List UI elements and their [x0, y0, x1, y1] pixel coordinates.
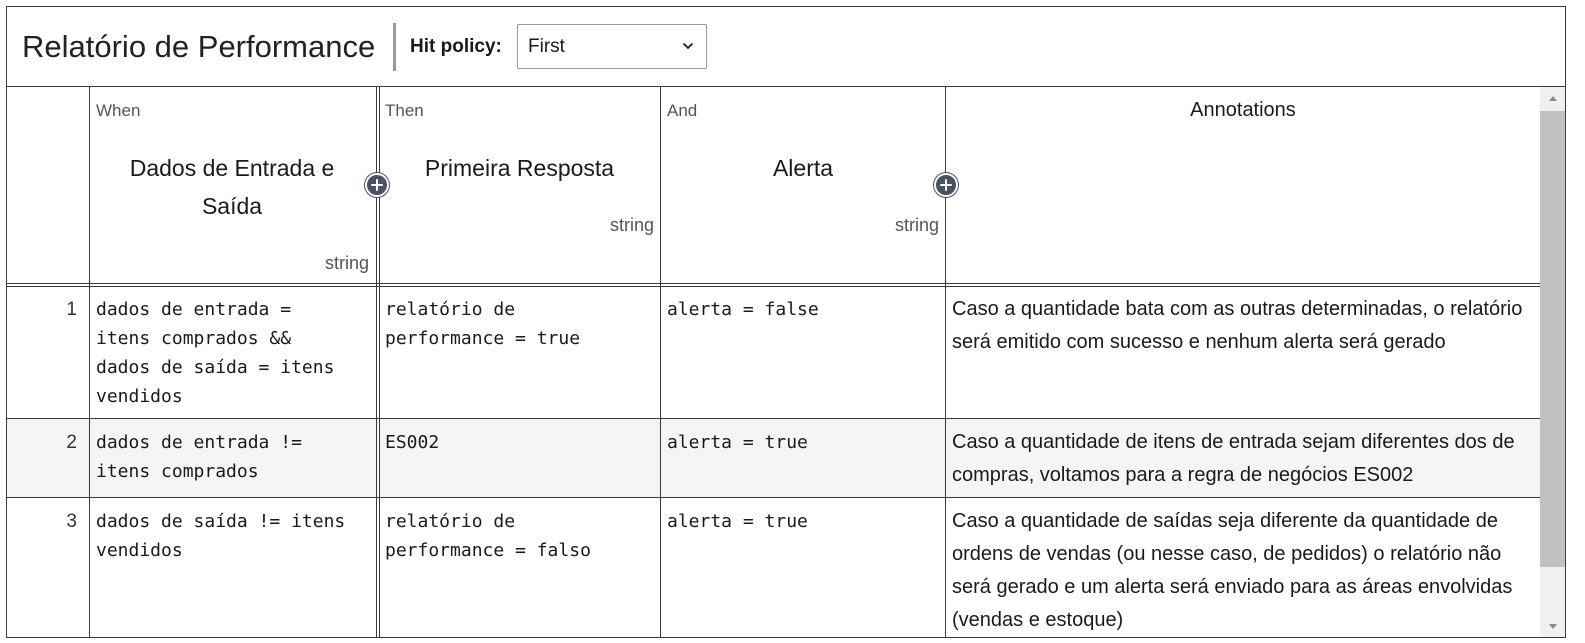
- row-2-annotation-cell[interactable]: Caso a quantidade de itens de entrada se…: [952, 426, 1532, 492]
- output2-column-name[interactable]: Alerta: [667, 149, 939, 187]
- col-divider-rownum: [89, 87, 90, 637]
- row-1-output1-cell[interactable]: relatório de performance = true: [385, 295, 655, 353]
- output1-column-kind: Then: [385, 101, 424, 120]
- header-bottom-line-2: [7, 286, 1540, 287]
- row-1-annotation-cell[interactable]: Caso a quantidade bata com as outras det…: [952, 293, 1532, 359]
- row-3-number[interactable]: 3: [17, 511, 77, 533]
- triangle-up-icon[interactable]: [1548, 94, 1558, 102]
- input-column-type[interactable]: string: [207, 253, 369, 274]
- decision-table: When Dados de Entrada e Saída string The…: [7, 87, 1540, 637]
- row-2-input-cell[interactable]: dados de entrada != itens comprados: [96, 428, 371, 486]
- input-column-kind: When: [96, 101, 141, 120]
- output2-column-kind: And: [667, 101, 698, 120]
- scrollbar-thumb[interactable]: [1540, 111, 1565, 567]
- decision-table-editor: Relatório de Performance Hit policy: Fir…: [6, 6, 1566, 638]
- row-3-output2-cell[interactable]: alerta = true: [667, 507, 939, 536]
- col-divider-output2: [945, 87, 946, 637]
- hit-policy-value: First: [528, 36, 565, 57]
- hit-policy-select[interactable]: First: [517, 24, 707, 69]
- row-3-input-cell[interactable]: dados de saída != itens vendidos: [96, 507, 371, 565]
- vertical-scrollbar[interactable]: [1540, 87, 1565, 637]
- col-divider-input-2: [379, 87, 380, 637]
- hit-policy-label: Hit policy:: [410, 36, 502, 57]
- table-header-bar: Relatório de Performance Hit policy: Fir…: [7, 7, 1565, 87]
- row-3-annotation-cell[interactable]: Caso a quantidade de saídas seja diferen…: [952, 505, 1532, 637]
- add-output-column-button[interactable]: [934, 173, 958, 197]
- row-2-number[interactable]: 2: [17, 432, 77, 454]
- add-input-column-button[interactable]: [365, 173, 389, 197]
- annotations-column-name[interactable]: Annotations: [947, 99, 1539, 122]
- chevron-down-icon: [683, 43, 693, 49]
- col-divider-output1: [660, 87, 661, 637]
- plus-icon: [940, 179, 952, 191]
- output1-column-name[interactable]: Primeira Resposta: [387, 149, 652, 187]
- row-3-output1-cell[interactable]: relatório de performance = falso: [385, 507, 655, 565]
- output2-column-type[interactable]: string: [767, 215, 939, 236]
- row-1-input-cell[interactable]: dados de entrada = itens comprados && da…: [96, 295, 371, 411]
- row-2-output2-cell[interactable]: alerta = true: [667, 428, 939, 457]
- input-column-name[interactable]: Dados de Entrada e Saída: [107, 149, 357, 225]
- output1-column-type[interactable]: string: [487, 215, 654, 236]
- row-2-output1-cell[interactable]: ES002: [385, 428, 655, 457]
- row-1-bottom-line: [7, 418, 1540, 419]
- plus-icon: [371, 179, 383, 191]
- row-1-number[interactable]: 1: [17, 299, 77, 321]
- row-1-output2-cell[interactable]: alerta = false: [667, 295, 939, 324]
- header-divider: [393, 23, 396, 71]
- table-title[interactable]: Relatório de Performance: [22, 29, 375, 65]
- col-divider-input-1: [376, 87, 377, 637]
- header-bottom-line-1: [7, 283, 1540, 284]
- triangle-down-icon[interactable]: [1548, 623, 1558, 631]
- row-2-bottom-line: [7, 497, 1540, 498]
